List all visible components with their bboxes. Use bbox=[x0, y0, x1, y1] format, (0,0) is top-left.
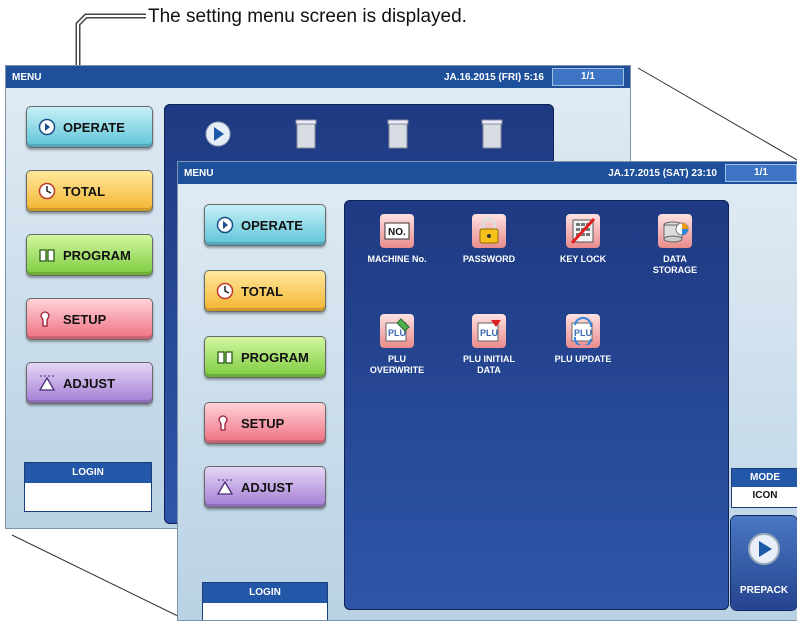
mode-label: MODE bbox=[732, 469, 797, 487]
key-lock-icon bbox=[566, 214, 600, 248]
adjust-label: ADJUST bbox=[241, 479, 294, 495]
plu-update-label: PLU UPDATE bbox=[554, 354, 612, 364]
svg-text:PLU: PLU bbox=[480, 328, 498, 338]
datetime: JA.17.2015 (SAT) 23:10 bbox=[608, 167, 717, 179]
program-label: PROGRAM bbox=[63, 247, 131, 263]
icon-panel: NO. MACHINE No. PASSWORD KEY LOCK DATA S… bbox=[344, 200, 729, 610]
setup-label: SETUP bbox=[241, 415, 285, 431]
login-box[interactable]: LOGIN bbox=[24, 462, 152, 512]
total-button[interactable]: TOTAL bbox=[204, 270, 326, 312]
machine-no-label: MACHINE No. bbox=[367, 254, 427, 264]
plu-initial-data-tile[interactable]: PLU PLU INITIAL DATA bbox=[446, 314, 532, 376]
title-bar: MENU JA.17.2015 (SAT) 23:10 1/1 bbox=[178, 162, 797, 184]
operate-button[interactable]: OPERATE bbox=[26, 106, 153, 148]
datetime: JA.16.2015 (FRI) 5:16 bbox=[443, 71, 544, 83]
operate-label: OPERATE bbox=[241, 217, 303, 233]
prepack-button[interactable]: PREPACK bbox=[731, 516, 797, 610]
plu-update-tile[interactable]: PLU PLU UPDATE bbox=[540, 314, 626, 365]
total-label: TOTAL bbox=[63, 183, 106, 199]
setup-button[interactable]: SETUP bbox=[26, 298, 153, 340]
setup-button[interactable]: SETUP bbox=[204, 402, 326, 444]
login-box[interactable]: LOGIN bbox=[202, 582, 328, 620]
svg-text:PLU: PLU bbox=[574, 328, 592, 338]
plu-update-icon: PLU bbox=[566, 314, 600, 348]
machine-no-icon: NO. bbox=[380, 214, 414, 248]
screen-title: MENU bbox=[12, 71, 42, 83]
adjust-button[interactable]: ADJUST bbox=[26, 362, 153, 404]
mode-value: ICON bbox=[752, 490, 778, 501]
title-bar: MENU JA.16.2015 (FRI) 5:16 1/1 bbox=[6, 66, 630, 88]
adjust-button[interactable]: ADJUST bbox=[204, 466, 326, 508]
password-label: PASSWORD bbox=[462, 254, 516, 264]
prepack-play-icon bbox=[204, 118, 232, 155]
screen-title: MENU bbox=[184, 167, 214, 179]
padlock-icon bbox=[472, 214, 506, 248]
svg-text:NO.: NO. bbox=[388, 227, 406, 238]
adjust-label: ADJUST bbox=[63, 375, 116, 391]
data-storage-icon bbox=[658, 214, 692, 248]
data-storage-label: DATA STORAGE bbox=[652, 254, 698, 275]
operate-label: OPERATE bbox=[63, 119, 125, 135]
machine-no-tile[interactable]: NO. MACHINE No. bbox=[354, 214, 440, 265]
mode-box[interactable]: MODE ICON bbox=[731, 468, 797, 508]
plu-overwrite-icon: PLU bbox=[380, 314, 414, 348]
key-lock-label: KEY LOCK bbox=[559, 254, 607, 264]
plu-initial-data-label: PLU INITIAL DATA bbox=[463, 354, 515, 375]
play-icon bbox=[731, 516, 797, 569]
adjust-triangle-icon bbox=[215, 477, 235, 497]
trash-icon bbox=[294, 116, 318, 155]
wrench-icon bbox=[215, 413, 235, 433]
total-label: TOTAL bbox=[241, 283, 284, 299]
plu-initial-data-icon: PLU bbox=[472, 314, 506, 348]
book-icon bbox=[37, 245, 57, 265]
program-button[interactable]: PROGRAM bbox=[204, 336, 326, 378]
key-lock-tile[interactable]: KEY LOCK bbox=[540, 214, 626, 265]
clock-icon bbox=[37, 181, 57, 201]
program-label: PROGRAM bbox=[241, 349, 309, 365]
adjust-triangle-icon bbox=[37, 373, 57, 393]
total-button[interactable]: TOTAL bbox=[26, 170, 153, 212]
page-indicator: 1/1 bbox=[552, 68, 624, 86]
prepack-label: PREPACK bbox=[739, 585, 789, 596]
setup-label: SETUP bbox=[63, 311, 107, 327]
play-icon bbox=[215, 215, 235, 235]
book-icon bbox=[215, 347, 235, 367]
login-label: LOGIN bbox=[25, 463, 151, 483]
login-label: LOGIN bbox=[203, 583, 327, 603]
plu-overwrite-label: PLU OVERWRITE bbox=[369, 354, 425, 375]
password-tile[interactable]: PASSWORD bbox=[446, 214, 532, 265]
data-storage-tile[interactable]: DATA STORAGE bbox=[632, 214, 718, 276]
play-icon bbox=[37, 117, 57, 137]
page-indicator: 1/1 bbox=[725, 164, 797, 182]
program-button[interactable]: PROGRAM bbox=[26, 234, 153, 276]
plu-overwrite-tile[interactable]: PLU PLU OVERWRITE bbox=[354, 314, 440, 376]
operate-button[interactable]: OPERATE bbox=[204, 204, 326, 246]
trash-icon bbox=[386, 116, 410, 155]
clock-icon bbox=[215, 281, 235, 301]
wrench-icon bbox=[37, 309, 57, 329]
front-menu-screen: MENU JA.17.2015 (SAT) 23:10 1/1 OPERATE … bbox=[178, 162, 797, 620]
trash-icon bbox=[480, 116, 504, 155]
